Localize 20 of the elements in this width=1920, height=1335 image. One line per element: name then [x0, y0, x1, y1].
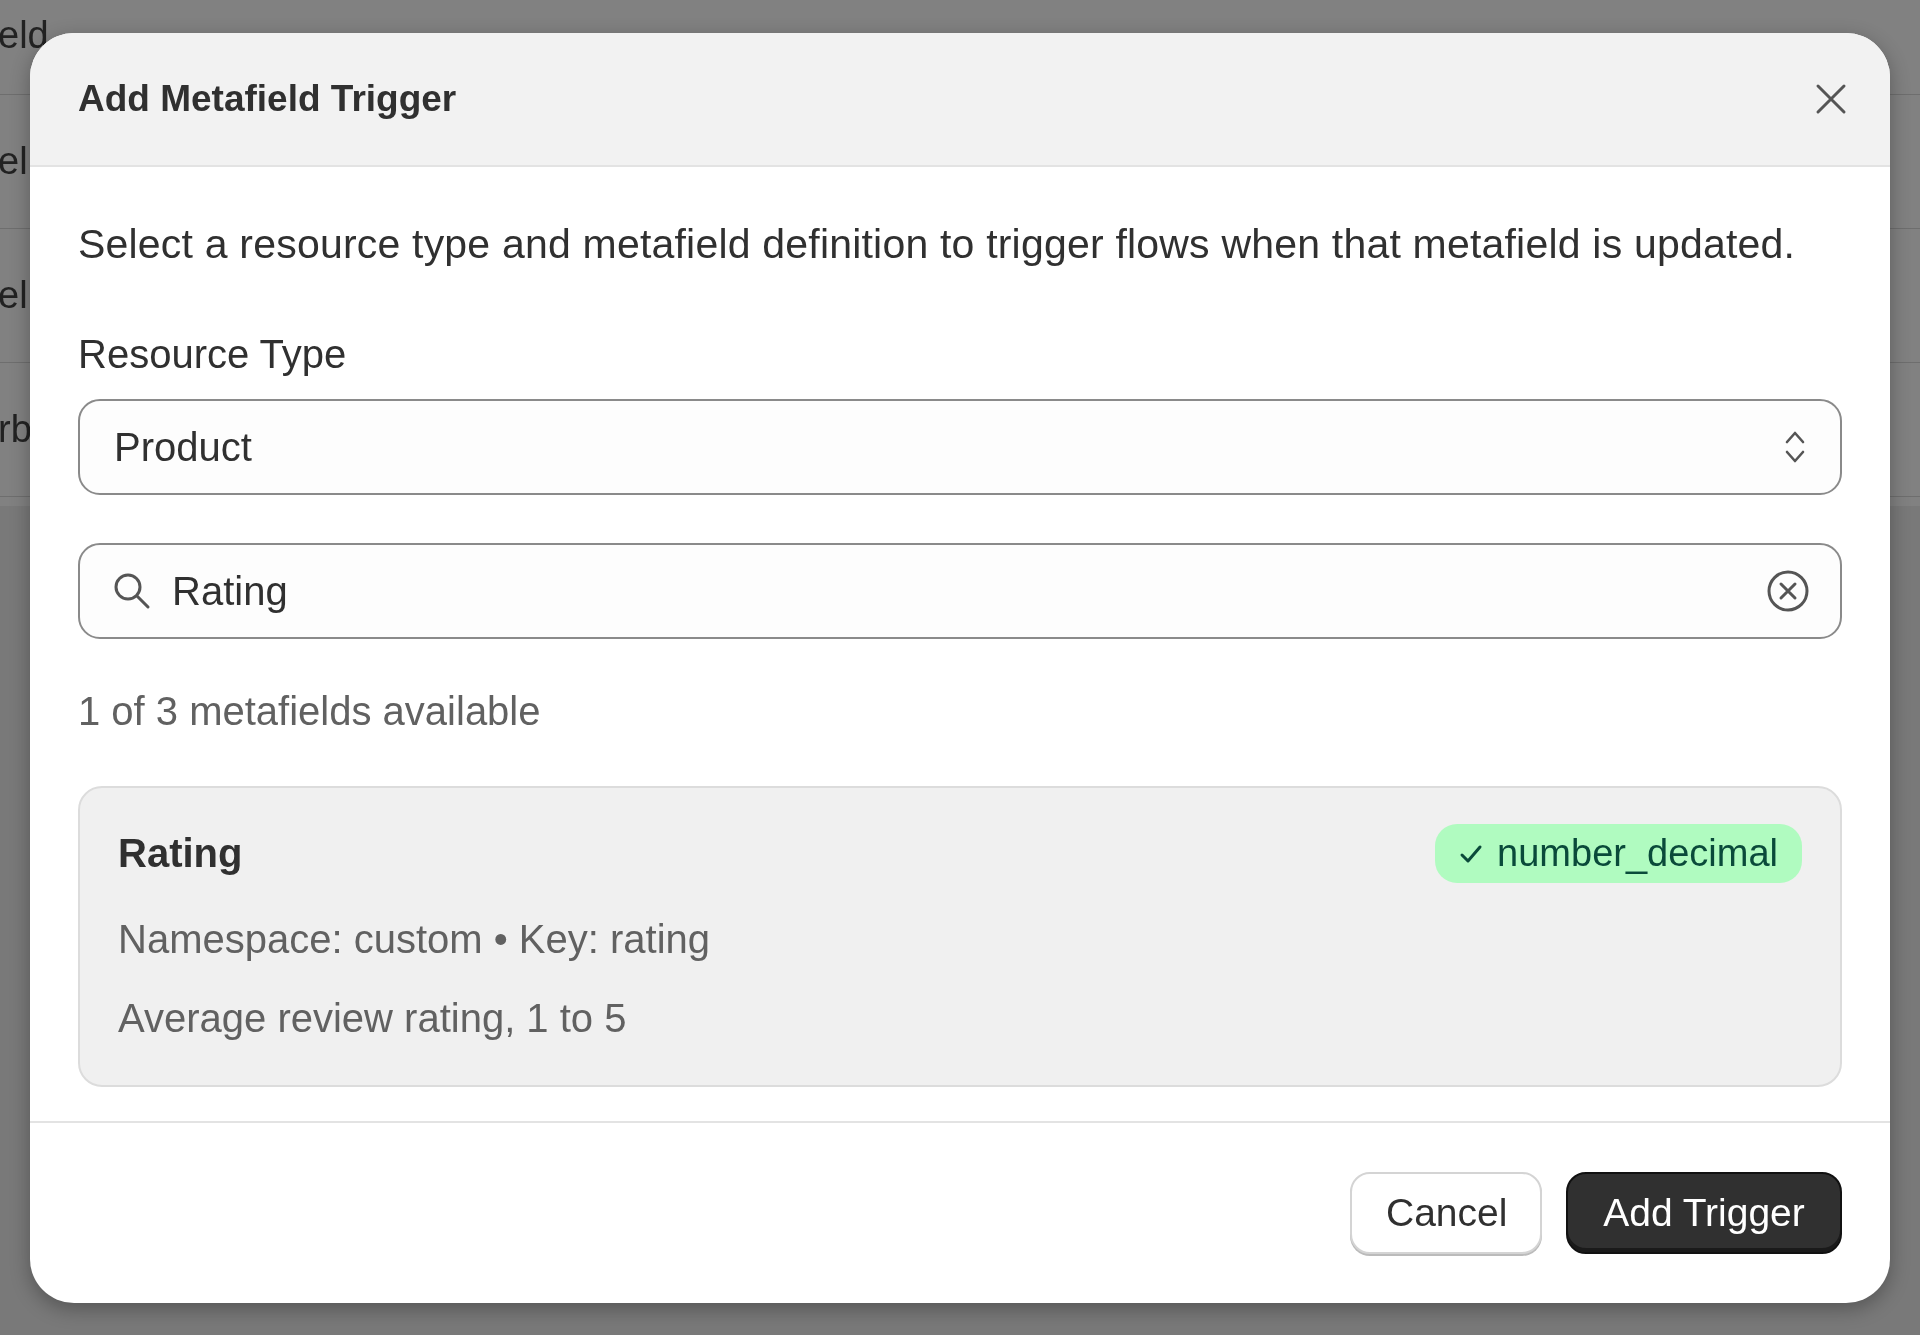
- resource-type-select[interactable]: Product: [78, 399, 1842, 495]
- search-icon: [112, 571, 152, 611]
- description-text: Select a resource type and metafield definition to trigger flows when that metafield is updated.: [78, 221, 1797, 268]
- table-cell: el: [0, 274, 28, 317]
- close-icon[interactable]: [1814, 82, 1848, 116]
- dialog-title: Add Metafield Trigger: [78, 78, 457, 120]
- field-label: Resource Type: [78, 332, 348, 377]
- result-count: 1 of 3 metafields available: [78, 689, 542, 734]
- cancel-button[interactable]: Cancel: [1350, 1172, 1542, 1254]
- metafield-meta: Namespace: custom • Key: rating: [118, 917, 712, 962]
- table-cell: eld: [0, 14, 49, 57]
- metafield-name: Rating: [118, 831, 243, 876]
- metafield-description: Average review rating, 1 to 5: [118, 996, 628, 1041]
- metafield-card[interactable]: Rating number_decimal Namespace: custom • Key: rating Average review rating, 1 to 5: [78, 786, 1842, 1087]
- clear-icon[interactable]: [1766, 569, 1810, 613]
- table-cell: el: [0, 140, 28, 183]
- type-badge: number_decimal: [1435, 824, 1802, 883]
- table-cell: rb: [0, 408, 32, 451]
- search-field[interactable]: Rating: [78, 543, 1842, 639]
- add-trigger-button[interactable]: Add Trigger: [1566, 1172, 1842, 1254]
